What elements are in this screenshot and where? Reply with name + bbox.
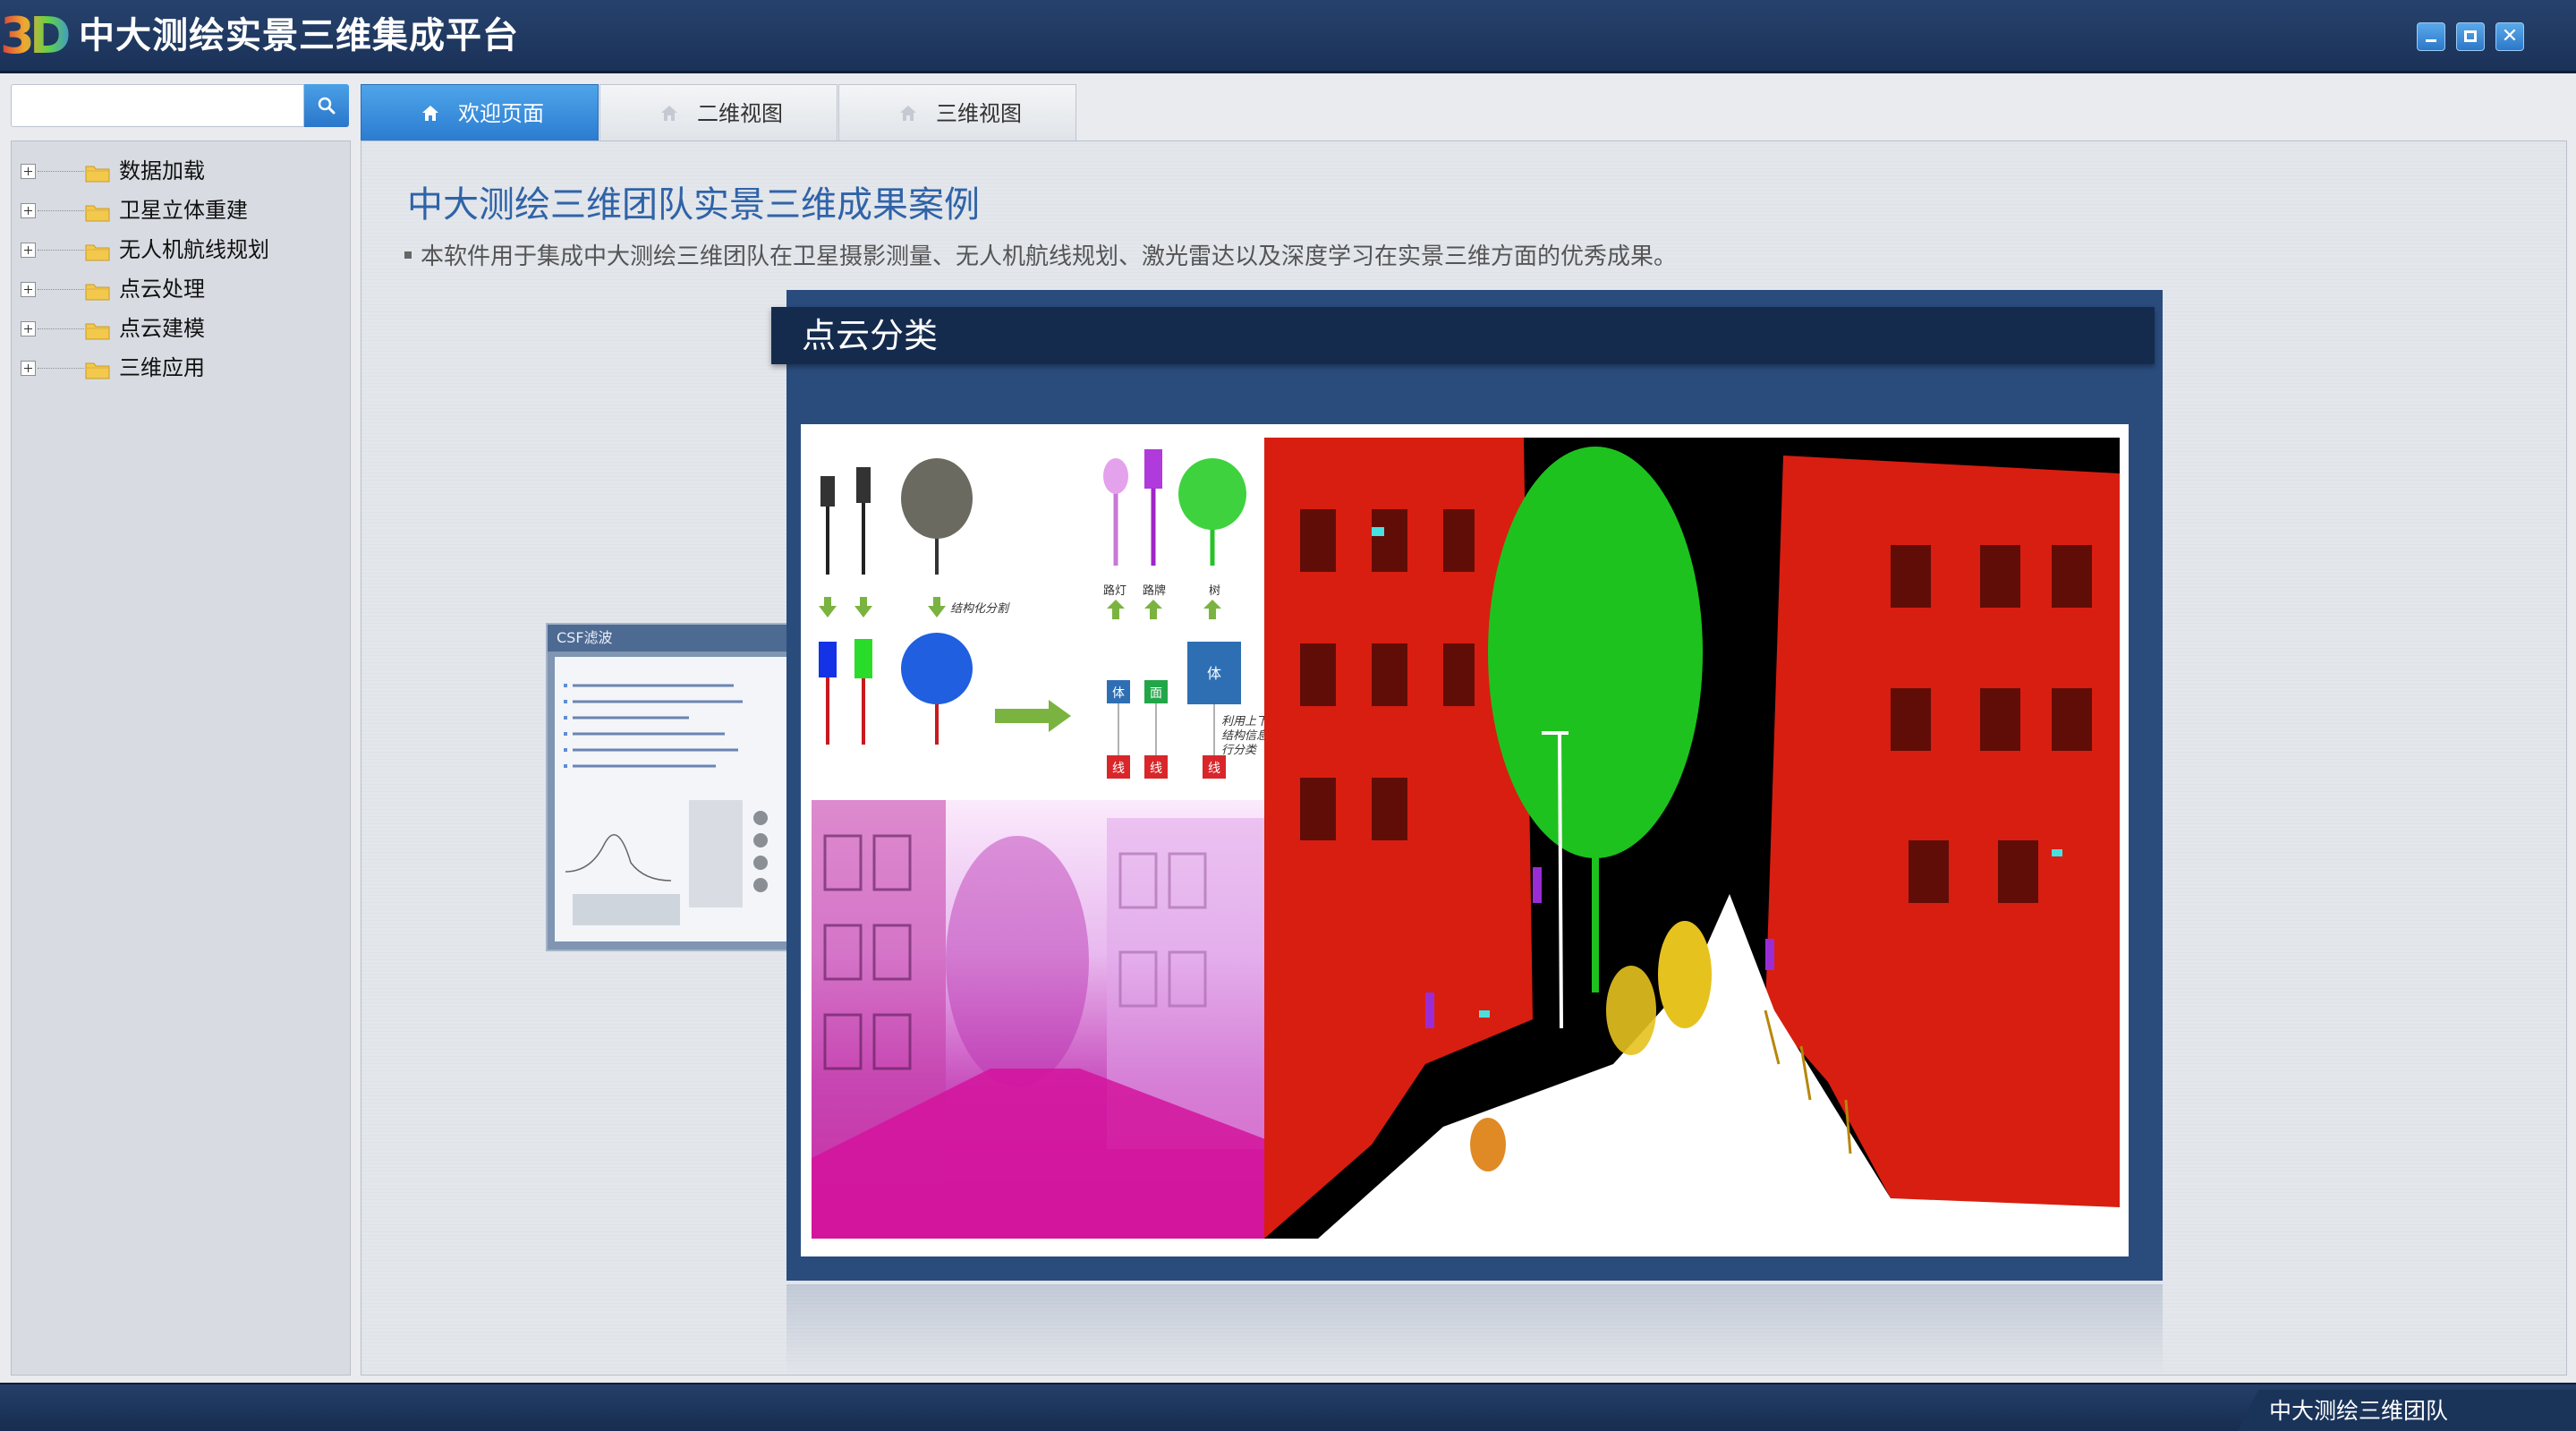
search-input[interactable] [11,84,304,127]
search-bar [11,84,349,127]
slide-image [555,657,789,941]
svg-text:路牌: 路牌 [1143,583,1166,597]
tab-3d-view[interactable]: 三维视图 [838,84,1076,141]
tree-item-point-cloud-processing[interactable]: 点云处理 [21,273,343,305]
tree-item-label: 三维应用 [119,355,205,380]
tree-item-label: 点云处理 [119,277,205,302]
tree-connector [38,328,84,329]
intensity-point-cloud-image [812,800,1268,1239]
svg-text:线: 线 [1112,761,1125,775]
minimize-icon [2426,39,2436,42]
svg-text:树: 树 [1209,583,1220,597]
tree-connector [38,289,84,290]
svg-text:体: 体 [1112,686,1125,700]
expand-icon[interactable] [21,243,36,258]
folder-icon [85,323,110,340]
home-icon [900,106,916,121]
tab-label: 二维视图 [697,101,783,126]
team-name: 中大测绘三维团队 [2269,1398,2449,1424]
search-button[interactable] [304,84,349,127]
search-icon [318,97,336,115]
expand-icon[interactable] [21,282,36,297]
tree-item-label: 点云建模 [119,316,205,341]
description-text: 本软件用于集成中大测绘三维团队在卫星摄影测量、无人机航线规划、激光雷达以及深度学… [421,243,1678,270]
slide-banner: 点云分类 [771,307,2155,364]
page-title: 中大测绘三维团队实景三维成果案例 [407,184,980,226]
tab-bar: 欢迎页面 二维视图 三维视图 [361,84,1076,141]
tree-item-uav-route-planning[interactable]: 无人机航线规划 [21,234,343,266]
tab-2d-view[interactable]: 二维视图 [599,84,837,141]
slide-reflection [786,1284,2163,1375]
tree-item-label: 数据加载 [119,158,205,183]
bullet-icon [404,251,412,259]
tree-item-data-loading[interactable]: 数据加载 [21,155,343,187]
slide-title: 点云分类 [802,316,939,355]
svg-text:线: 线 [1208,761,1220,775]
status-bar: 中大测绘三维团队 [0,1383,2576,1431]
minimize-button[interactable] [2417,22,2445,51]
app-logo: 3D [0,5,73,68]
svg-text:体: 体 [1207,666,1221,682]
classification-diagram: 结构化分割 路灯 路牌 树 体 面 体 线 线 线 利用上下文 结构信息进 行分… [812,440,1281,798]
home-icon [422,106,438,121]
title-bar: 3D 中大测绘实景三维集成平台 ✕ [0,0,2576,73]
carousel-slide-current[interactable]: 点云分类 结构化分割 路灯 路牌 树 体 面 体 线 线 线 利用上下文 结构信… [771,290,2163,1281]
slide-image: 结构化分割 路灯 路牌 树 体 面 体 线 线 线 利用上下文 结构信息进 行分… [801,424,2129,1256]
classified-point-cloud-image [1264,438,2120,1239]
carousel-slide-prev[interactable]: CSF滤波 [546,623,796,951]
expand-icon[interactable] [21,361,36,376]
tree-connector [38,368,84,369]
svg-text:行分类: 行分类 [1221,743,1258,756]
tree-item-satellite-reconstruction[interactable]: 卫星立体重建 [21,194,343,226]
welcome-page: 中大测绘三维团队实景三维成果案例 本软件用于集成中大测绘三维团队在卫星摄影测量、… [361,141,2567,1376]
home-icon [661,106,677,121]
raw-traffic-light-icon [820,467,871,575]
tree-item-label: 无人机航线规划 [119,237,269,262]
svg-text:面: 面 [1150,686,1162,700]
tab-label: 欢迎页面 [458,101,544,126]
close-button[interactable]: ✕ [2495,22,2524,51]
tree-item-3d-application[interactable]: 三维应用 [21,352,343,384]
maximize-button[interactable] [2456,22,2485,51]
tree-connector [38,210,84,211]
expand-icon[interactable] [21,164,36,179]
folder-icon [85,166,110,183]
folder-icon [85,284,110,301]
expand-icon[interactable] [21,321,36,336]
page-description: 本软件用于集成中大测绘三维团队在卫星摄影测量、无人机航线规划、激光雷达以及深度学… [404,238,1677,271]
maximize-icon [2464,30,2477,42]
tree-connector [38,250,84,251]
raw-tree-icon [901,458,973,575]
tree-item-label: 卫星立体重建 [119,198,248,223]
folder-icon [85,362,110,379]
tree-panel: 数据加载卫星立体重建 无人机航线规划 点云处理点云建模三维应用 [11,141,351,1376]
tree-item-point-cloud-modeling[interactable]: 点云建模 [21,312,343,345]
svg-text:线: 线 [1150,761,1162,775]
expand-icon[interactable] [21,203,36,218]
svg-text:结构化分割: 结构化分割 [950,601,1010,615]
tree-connector [38,171,84,172]
folder-icon [85,205,110,222]
folder-icon [85,244,110,261]
svg-text:路灯: 路灯 [1103,583,1126,597]
tab-welcome[interactable]: 欢迎页面 [361,84,599,141]
app-title: 中大测绘实景三维集成平台 [79,15,519,56]
close-icon: ✕ [2501,25,2519,47]
slide-title: CSF滤波 [548,625,795,652]
tab-label: 三维视图 [936,101,1022,126]
